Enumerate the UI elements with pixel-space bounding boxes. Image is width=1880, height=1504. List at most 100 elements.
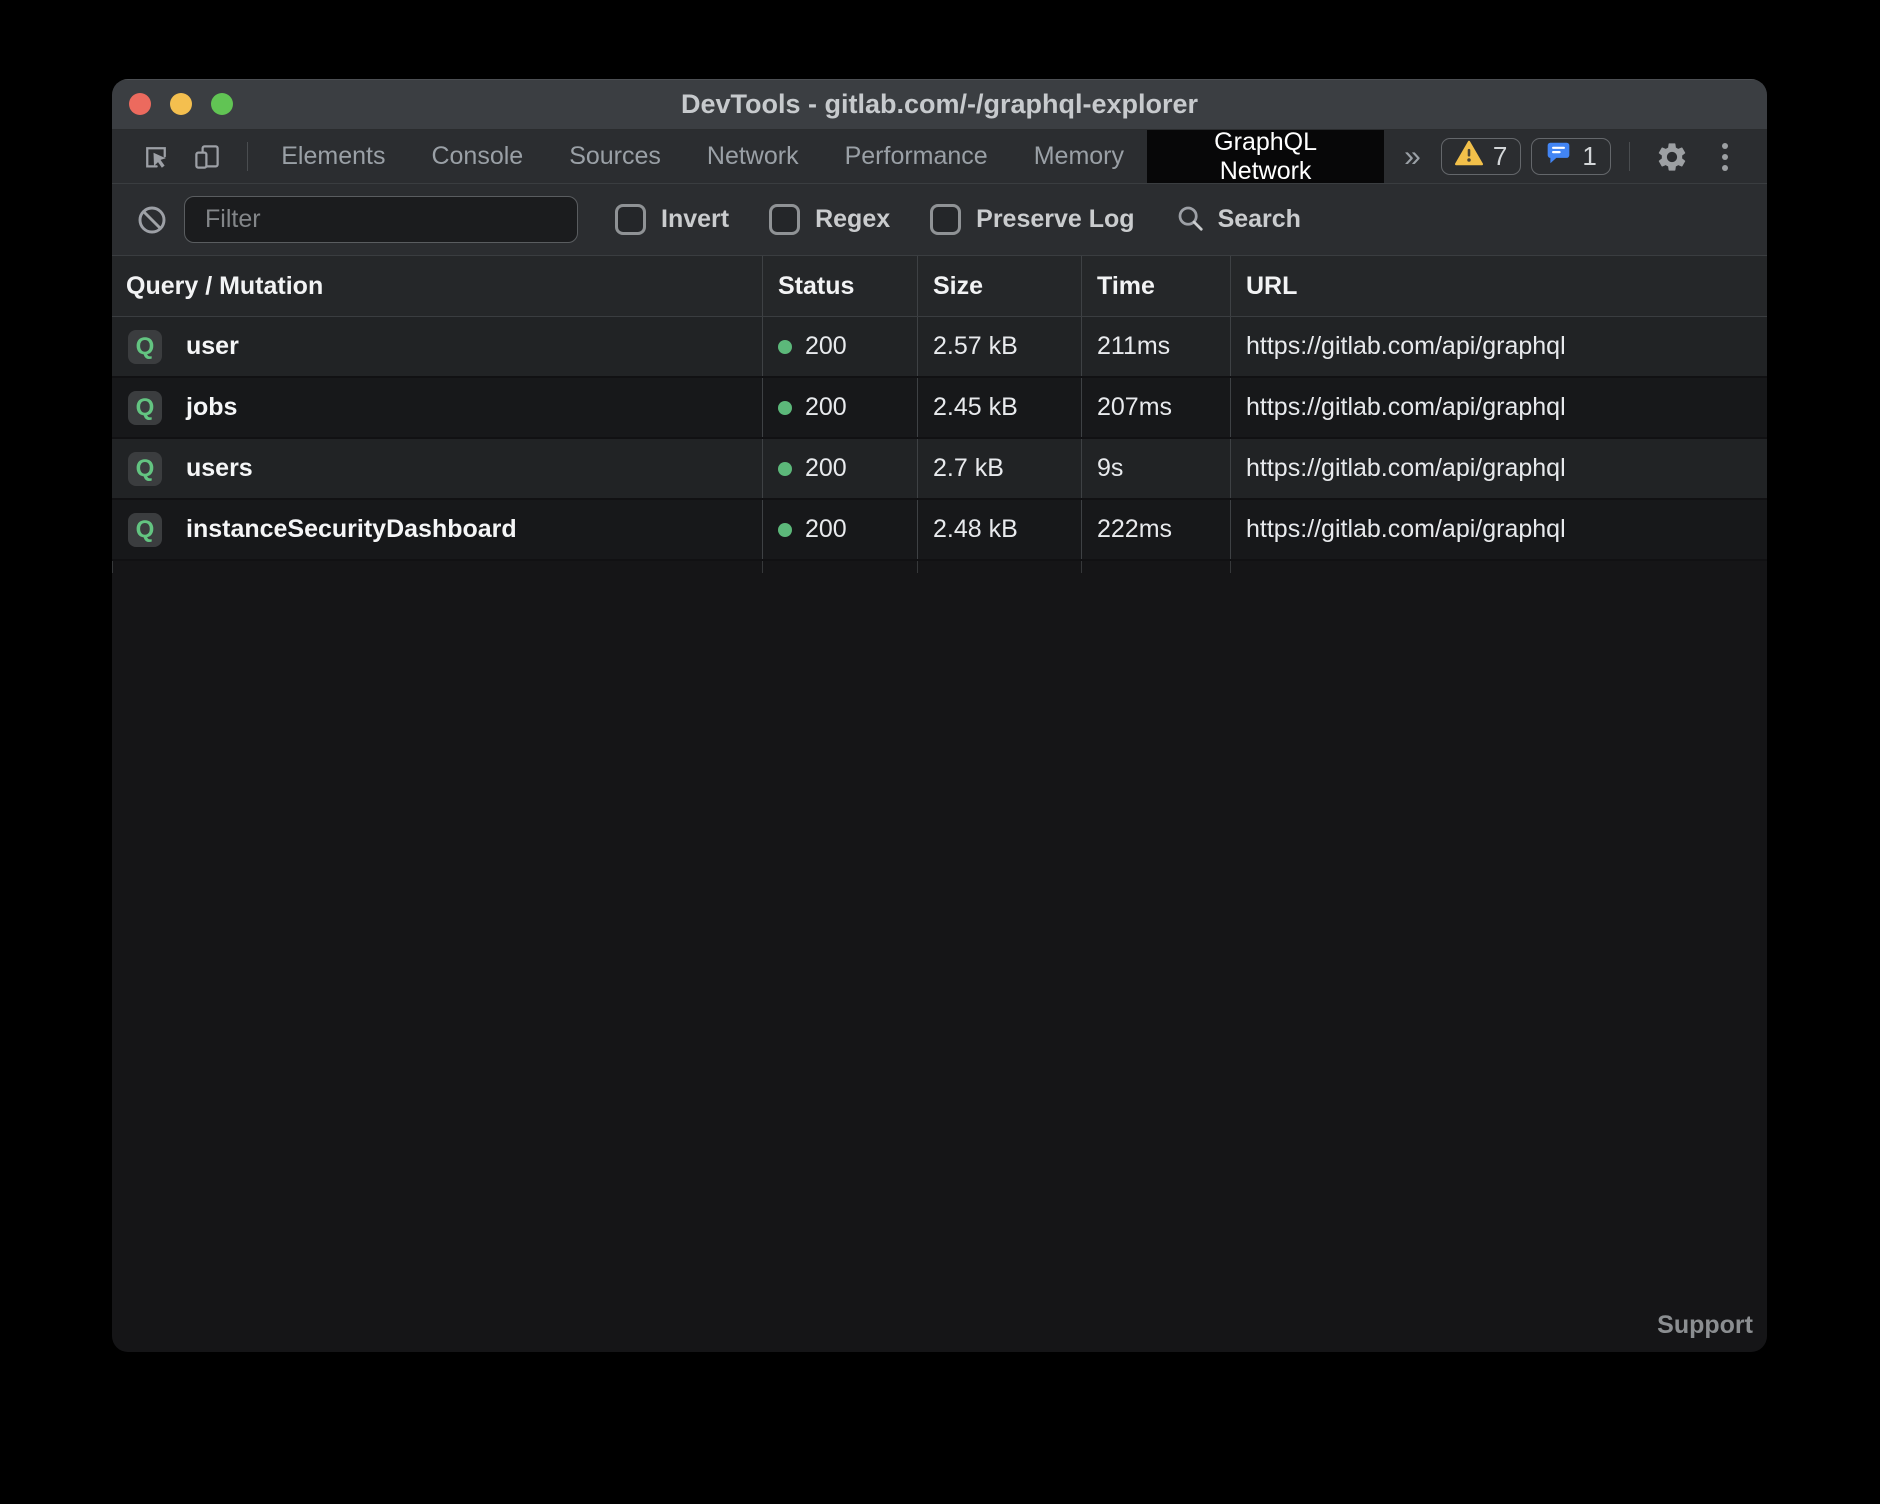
url-cell: https://gitlab.com/api/graphql [1230,500,1767,559]
column-separator [112,561,762,573]
status-ok-dot-icon [778,340,792,354]
tab-sources[interactable]: Sources [546,130,684,183]
toolbar-divider [1629,142,1630,171]
column-separator [1230,561,1767,573]
requests-table: Query / MutationStatusSizeTimeURL Quser 2… [112,256,1767,573]
column-header-query-mutation[interactable]: Query / Mutation [112,256,762,316]
warning-count: 7 [1493,141,1507,172]
issues-count: 1 [1582,141,1596,172]
request-row-users[interactable]: Qusers 200 2.7 kB9shttps://gitlab.com/api/… [112,439,1767,500]
support-link[interactable]: Support [1657,1311,1753,1340]
column-header-time[interactable]: Time [1081,256,1230,316]
status-code: 200 [805,454,847,483]
invert-checkbox[interactable] [615,204,646,235]
request-row-jobs[interactable]: Qjobs 200 2.45 kB207mshttps://gitlab.com/a… [112,378,1767,439]
url-cell: https://gitlab.com/api/graphql [1230,317,1767,376]
status-cell: 200 [762,439,917,498]
more-tabs-button[interactable]: » [1384,130,1441,183]
device-toolbar-button[interactable] [184,130,232,183]
status-code: 200 [805,515,847,544]
column-separator [1081,561,1230,573]
issues-badge[interactable]: 1 [1531,138,1610,175]
close-window-button[interactable] [129,93,151,115]
status-ok-dot-icon [778,462,792,476]
issues-icon [1545,140,1572,173]
query-type-badge: Q [128,330,162,364]
preserve-log-checkbox[interactable] [930,204,961,235]
query-name-cell: Qjobs [112,378,762,437]
table-body: Quser2002.57 kB211mshttps://gitlab.com/a… [112,317,1767,561]
filter-option-preserve-log[interactable]: Preserve Log [930,204,1134,235]
size-cell: 2.57 kB [917,317,1081,376]
query-name: users [186,454,253,483]
filter-toolbar: Invert Regex Preserve Log Search [112,184,1767,256]
status-ok-dot-icon [778,401,792,415]
minimize-window-button[interactable] [170,93,192,115]
column-header-url[interactable]: URL [1230,256,1767,316]
kebab-menu-icon [1722,143,1728,171]
search-button[interactable]: Search [1175,203,1301,236]
url-cell: https://gitlab.com/api/graphql [1230,439,1767,498]
device-toolbar-icon [191,142,223,172]
zoom-window-button[interactable] [211,93,233,115]
column-header-status[interactable]: Status [762,256,917,316]
tab-network[interactable]: Network [684,130,822,183]
regex-checkbox-label: Regex [815,205,890,234]
window-title: DevTools - gitlab.com/-/graphql-explorer [681,89,1198,120]
query-type-badge: Q [128,513,162,547]
inspect-cursor-icon [141,142,171,172]
warnings-badge[interactable]: 7 [1441,138,1521,175]
devtools-toolbar: ElementsConsoleSourcesNetworkPerformance… [112,130,1767,184]
block-circle-icon [136,204,168,236]
column-separator-stub [112,561,1767,573]
tab-console[interactable]: Console [408,130,546,183]
invert-checkbox-label: Invert [661,205,729,234]
toolbar-divider [247,142,248,171]
search-label: Search [1218,205,1301,234]
status-ok-dot-icon [778,523,792,537]
query-name: instanceSecurityDashboard [186,515,517,544]
tab-performance[interactable]: Performance [822,130,1011,183]
status-cell: 200 [762,378,917,437]
query-type-badge: Q [128,452,162,486]
query-name: jobs [186,393,237,422]
status-code: 200 [805,393,847,422]
status-code: 200 [805,332,847,361]
filter-options: Invert Regex Preserve Log [615,204,1135,235]
panel-tabs: ElementsConsoleSourcesNetworkPerformance… [258,130,1384,183]
time-cell: 9s [1081,439,1230,498]
warning-icon [1455,140,1483,173]
filter-input[interactable] [184,196,578,243]
search-icon [1175,203,1205,236]
clear-requests-button[interactable] [126,204,178,236]
inspect-element-button[interactable] [134,130,178,183]
query-type-badge: Q [128,391,162,425]
time-cell: 211ms [1081,317,1230,376]
size-cell: 2.45 kB [917,378,1081,437]
tab-graphql-network[interactable]: GraphQL Network [1147,130,1384,183]
request-row-user[interactable]: Quser 200 2.57 kB211mshttps://gitlab.com/a… [112,317,1767,378]
query-name: user [186,332,239,361]
query-name-cell: Qusers [112,439,762,498]
url-cell: https://gitlab.com/api/graphql [1230,378,1767,437]
request-row-instancesecuritydashboard[interactable]: QinstanceSecurityDashboard 200 2.48 kB222m… [112,500,1767,561]
tab-memory[interactable]: Memory [1011,130,1147,183]
devtools-window: DevTools - gitlab.com/-/graphql-explorer… [112,79,1767,1352]
query-name-cell: Quser [112,317,762,376]
column-separator [917,561,1081,573]
column-header-size[interactable]: Size [917,256,1081,316]
traffic-lights [129,79,233,129]
filter-option-invert[interactable]: Invert [615,204,729,235]
time-cell: 222ms [1081,500,1230,559]
column-separator [762,561,917,573]
more-options-button[interactable] [1697,130,1753,183]
tab-elements[interactable]: Elements [258,130,408,183]
size-cell: 2.48 kB [917,500,1081,559]
table-header: Query / MutationStatusSizeTimeURL [112,256,1767,317]
time-cell: 207ms [1081,378,1230,437]
settings-button[interactable] [1646,130,1698,183]
size-cell: 2.7 kB [917,439,1081,498]
preserve-log-checkbox-label: Preserve Log [976,205,1134,234]
regex-checkbox[interactable] [769,204,800,235]
filter-option-regex[interactable]: Regex [769,204,890,235]
